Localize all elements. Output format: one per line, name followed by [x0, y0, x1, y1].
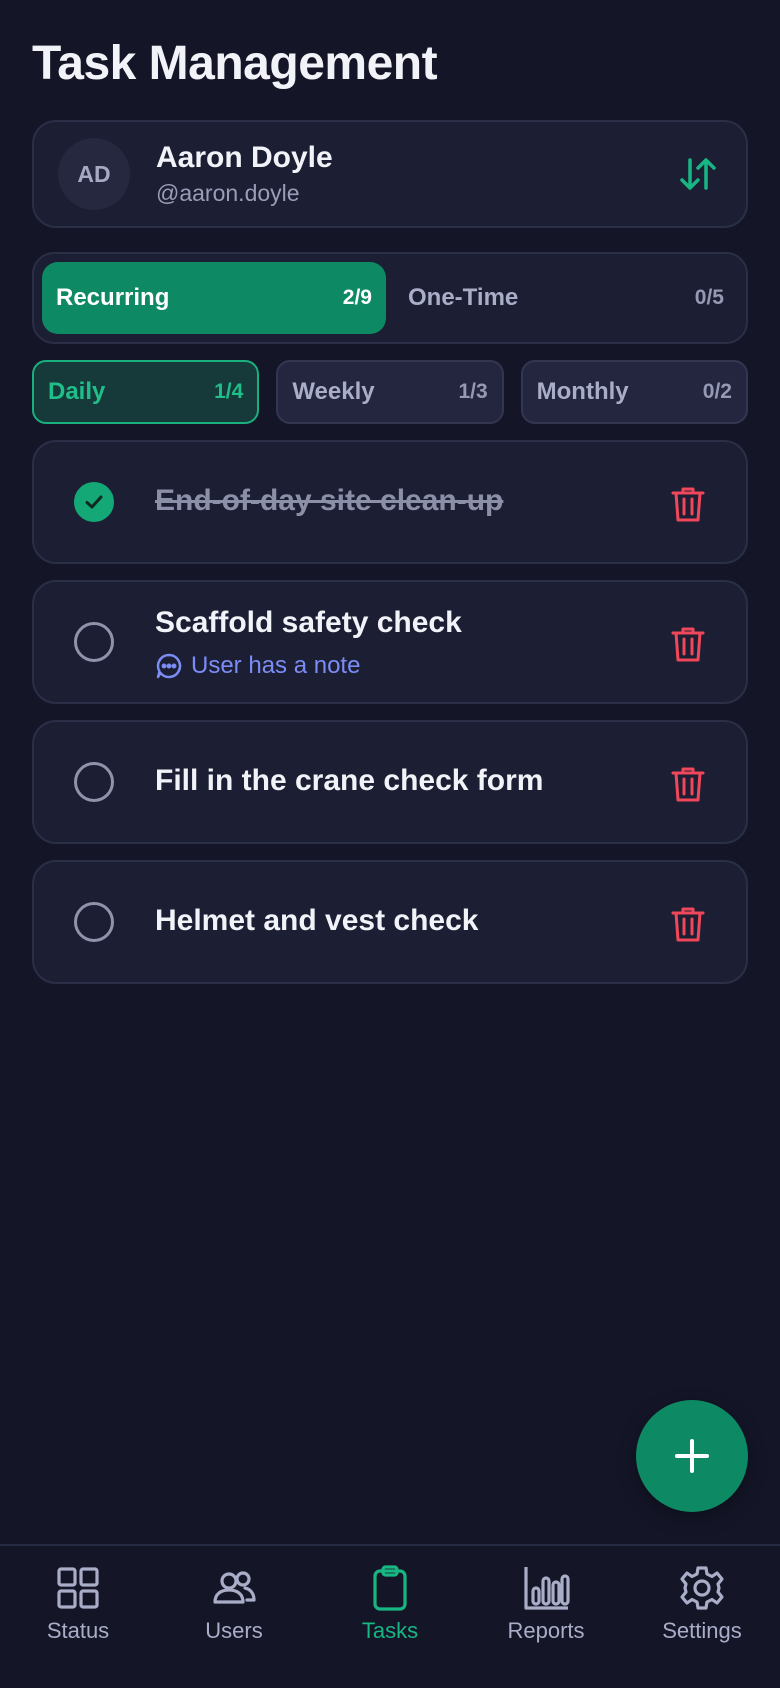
tab-weekly-label: Weekly — [292, 378, 375, 405]
nav-settings[interactable]: Settings — [624, 1546, 780, 1688]
nav-tasks[interactable]: Tasks — [312, 1546, 468, 1688]
switch-user-button[interactable] — [674, 150, 722, 198]
nav-users[interactable]: Users — [156, 1546, 312, 1688]
tab-one-time-label: One-Time — [408, 284, 519, 311]
user-info: Aaron Doyle @aaron.doyle — [156, 140, 674, 208]
task-title: Helmet and vest check — [155, 904, 479, 937]
tab-one-time-count: 0/5 — [694, 286, 724, 309]
page-title: Task Management — [32, 37, 438, 90]
task-note-text: User has a note — [191, 652, 361, 679]
period-tabs: Daily 1/4 Weekly 1/3 Monthly 0/2 — [32, 360, 748, 424]
tab-one-time[interactable]: One-Time 0/5 — [394, 262, 738, 334]
nav-reports[interactable]: Reports — [468, 1546, 624, 1688]
plus-icon — [675, 1439, 709, 1473]
tab-daily-label: Daily — [48, 378, 106, 405]
users-icon — [213, 1571, 256, 1604]
trash-icon[interactable] — [670, 485, 706, 523]
user-card[interactable]: AD Aaron Doyle @aaron.doyle — [32, 120, 748, 228]
avatar: AD — [58, 138, 130, 210]
task-checkbox-checked[interactable] — [74, 482, 114, 522]
task-checkbox[interactable] — [74, 622, 114, 662]
add-task-button[interactable] — [636, 1400, 748, 1512]
tab-weekly-count: 1/3 — [458, 380, 488, 403]
task-card[interactable]: Fill in the crane check form — [32, 720, 748, 844]
grid-icon — [57, 1567, 99, 1609]
task-checkbox[interactable] — [74, 902, 114, 942]
task-management-screen: Task Management AD Aaron Doyle @aaron.do… — [0, 0, 780, 1688]
swap-vertical-icon — [680, 158, 716, 190]
tab-monthly-count: 0/2 — [702, 380, 732, 403]
user-handle: @aaron.doyle — [156, 180, 300, 206]
tab-weekly[interactable]: Weekly 1/3 — [276, 360, 504, 424]
tab-daily-count: 1/4 — [214, 380, 244, 403]
task-title: End-of-day site clean-up — [155, 484, 504, 517]
nav-users-label: Users — [205, 1618, 263, 1643]
tab-daily[interactable]: Daily 1/4 — [32, 360, 260, 424]
nav-status[interactable]: Status — [0, 1546, 156, 1688]
task-card[interactable]: End-of-day site clean-up — [32, 440, 748, 564]
bar-chart-icon — [524, 1567, 570, 1610]
chat-bubble-icon — [156, 653, 182, 679]
trash-icon[interactable] — [670, 765, 706, 803]
tab-recurring-label: Recurring — [56, 284, 170, 311]
gear-icon — [680, 1566, 724, 1610]
tab-monthly-label: Monthly — [536, 378, 629, 405]
nav-settings-label: Settings — [662, 1618, 742, 1643]
task-card[interactable]: Scaffold safety check User has a note — [32, 580, 748, 704]
trash-icon[interactable] — [670, 625, 706, 663]
nav-tasks-label: Tasks — [361, 1618, 419, 1643]
task-title: Scaffold safety check — [155, 606, 462, 639]
user-name: Aaron Doyle — [156, 141, 333, 174]
nav-reports-label: Reports — [507, 1618, 585, 1643]
task-checkbox[interactable] — [74, 762, 114, 802]
task-card[interactable]: Helmet and vest check — [32, 860, 748, 984]
task-note-indicator[interactable]: User has a note — [155, 652, 360, 680]
nav-status-label: Status — [46, 1618, 110, 1643]
check-icon — [85, 495, 103, 509]
tab-recurring[interactable]: Recurring 2/9 — [42, 262, 386, 334]
trash-icon[interactable] — [670, 905, 706, 943]
task-title: Fill in the crane check form — [155, 764, 544, 797]
task-type-segment: Recurring 2/9 One-Time 0/5 — [32, 252, 748, 344]
tab-recurring-count: 2/9 — [342, 286, 372, 309]
bottom-nav: Status Users Tasks Reports Settings — [0, 1544, 780, 1688]
clipboard-icon — [373, 1565, 407, 1611]
tab-monthly[interactable]: Monthly 0/2 — [520, 360, 748, 424]
